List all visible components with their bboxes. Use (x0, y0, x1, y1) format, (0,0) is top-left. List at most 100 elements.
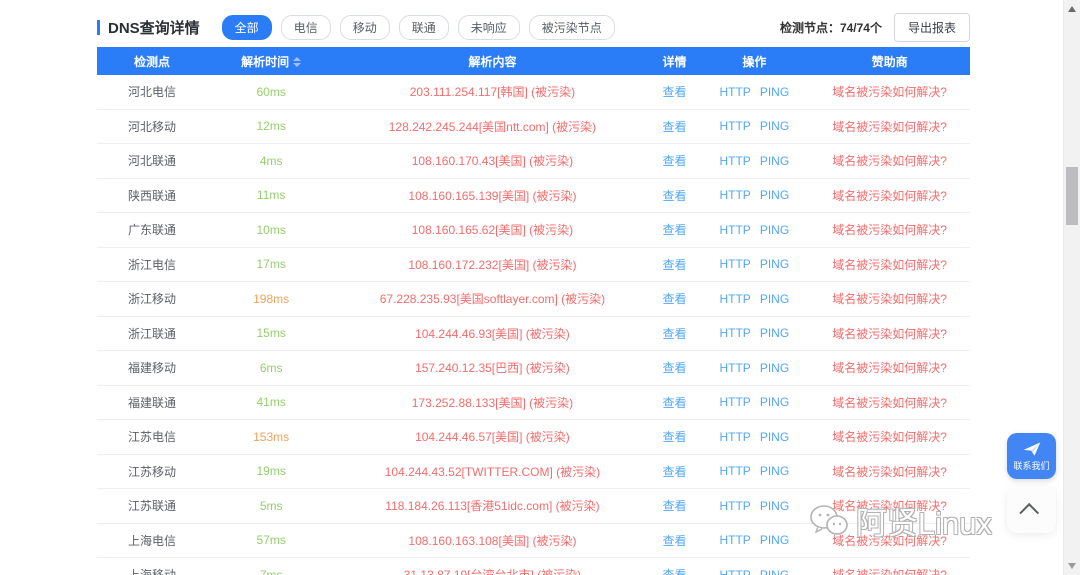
view-link[interactable]: 查看 (662, 396, 686, 410)
scrollbar-thumb[interactable] (1066, 167, 1078, 225)
ping-link[interactable]: PING (760, 533, 789, 547)
sponsor-link[interactable]: 域名被污染如何解决? (832, 85, 947, 99)
scrollbar-up-arrow-icon[interactable] (1068, 6, 1076, 12)
back-to-top-button[interactable] (1007, 487, 1056, 533)
resolve-time-cell: 198ms (207, 292, 335, 306)
filter-mobile[interactable]: 移动 (340, 15, 390, 40)
sponsor-link[interactable]: 域名被污染如何解决? (832, 327, 947, 341)
node-count-label: 检测节点：74/74个 (780, 19, 882, 36)
sponsor-link[interactable]: 域名被污染如何解决? (832, 465, 947, 479)
http-link[interactable]: HTTP (719, 568, 750, 575)
sort-icon[interactable] (293, 57, 301, 67)
table-row: 福建移动6ms157.240.12.35[巴西] (被污染)查看HTTPPING… (97, 351, 970, 386)
operation-cell: HTTP PING (699, 188, 809, 202)
http-link[interactable]: HTTP (719, 430, 750, 444)
sponsor-link[interactable]: 域名被污染如何解决? (832, 223, 947, 237)
view-link[interactable]: 查看 (662, 292, 686, 306)
http-link[interactable]: HTTP (719, 188, 750, 202)
sponsor-link[interactable]: 域名被污染如何解决? (832, 189, 947, 203)
sponsor-link[interactable]: 域名被污染如何解决? (832, 361, 947, 375)
http-link[interactable]: HTTP (719, 292, 750, 306)
resolve-time-cell: 4ms (207, 154, 335, 168)
http-link[interactable]: HTTP (719, 257, 750, 271)
resolve-time: 6ms (260, 361, 283, 375)
ping-link[interactable]: PING (760, 464, 789, 478)
ping-link[interactable]: PING (760, 361, 789, 375)
sponsor-link[interactable]: 域名被污染如何解决? (832, 258, 947, 272)
ping-link[interactable]: PING (760, 188, 789, 202)
resolve-content-cell: 108.160.165.139[美国] (被污染) (335, 187, 649, 204)
sponsor-link[interactable]: 域名被污染如何解决? (832, 292, 947, 306)
detail-cell: 查看 (650, 118, 700, 135)
ping-link[interactable]: PING (760, 85, 789, 99)
view-link[interactable]: 查看 (662, 568, 686, 575)
header-resolve-content: 解析内容 (335, 53, 649, 70)
export-report-button[interactable]: 导出报表 (894, 13, 970, 42)
http-link[interactable]: HTTP (719, 361, 750, 375)
view-link[interactable]: 查看 (662, 85, 686, 99)
sponsor-link[interactable]: 域名被污染如何解决? (832, 120, 947, 134)
sponsor-link[interactable]: 域名被污染如何解决? (832, 568, 947, 575)
resolve-time-cell: 12ms (207, 119, 335, 133)
ping-link[interactable]: PING (760, 119, 789, 133)
filter-no-response[interactable]: 未响应 (458, 15, 520, 40)
view-link[interactable]: 查看 (662, 361, 686, 375)
ping-link[interactable]: PING (760, 292, 789, 306)
sponsor-link[interactable]: 域名被污染如何解决? (832, 396, 947, 410)
ping-link[interactable]: PING (760, 395, 789, 409)
view-link[interactable]: 查看 (662, 189, 686, 203)
operation-cell: HTTP PING (699, 568, 809, 575)
resolve-time-cell: 19ms (207, 464, 335, 478)
table-row: 河北电信60ms203.111.254.117[韩国] (被污染)查看HTTPP… (97, 75, 970, 110)
view-link[interactable]: 查看 (662, 120, 686, 134)
view-link[interactable]: 查看 (662, 499, 686, 513)
http-link[interactable]: HTTP (719, 395, 750, 409)
sponsor-link[interactable]: 域名被污染如何解决? (832, 430, 947, 444)
view-link[interactable]: 查看 (662, 223, 686, 237)
view-link[interactable]: 查看 (662, 465, 686, 479)
ping-link[interactable]: PING (760, 223, 789, 237)
header-resolve-time[interactable]: 解析时间 (207, 53, 335, 70)
sponsor-cell: 域名被污染如何解决? (809, 187, 970, 204)
ping-link[interactable]: PING (760, 499, 789, 513)
http-link[interactable]: HTTP (719, 154, 750, 168)
http-link[interactable]: HTTP (719, 499, 750, 513)
table-header: 检测点 解析时间 解析内容 详情 操作 赞助商 (97, 47, 970, 75)
view-link[interactable]: 查看 (662, 534, 686, 548)
ping-link[interactable]: PING (760, 326, 789, 340)
http-link[interactable]: HTTP (719, 85, 750, 99)
view-link[interactable]: 查看 (662, 327, 686, 341)
view-link[interactable]: 查看 (662, 258, 686, 272)
sponsor-link[interactable]: 域名被污染如何解决? (832, 154, 947, 168)
sponsor-link[interactable]: 域名被污染如何解决? (832, 534, 947, 548)
resolve-content: 128.242.245.244[美国ntt.com] (被污染) (389, 120, 596, 134)
http-link[interactable]: HTTP (719, 533, 750, 547)
sponsor-link[interactable]: 域名被污染如何解决? (832, 499, 947, 513)
filter-unicom[interactable]: 联通 (399, 15, 449, 40)
node-name: 江苏移动 (128, 465, 176, 479)
resolve-time: 57ms (256, 533, 285, 547)
table-row: 浙江移动198ms67.228.235.93[美国softlayer.com] … (97, 282, 970, 317)
resolve-time-cell: 11ms (207, 188, 335, 202)
scrollbar-down-arrow-icon[interactable] (1068, 563, 1076, 569)
detail-cell: 查看 (650, 497, 700, 514)
operation-links: HTTP PING (719, 361, 789, 375)
filter-polluted[interactable]: 被污染节点 (529, 15, 615, 40)
ping-link[interactable]: PING (760, 568, 789, 575)
view-link[interactable]: 查看 (662, 154, 686, 168)
http-link[interactable]: HTTP (719, 223, 750, 237)
view-link[interactable]: 查看 (662, 430, 686, 444)
filter-telecom[interactable]: 电信 (281, 15, 331, 40)
contact-us-button[interactable]: 联系我们 (1007, 433, 1056, 479)
ping-link[interactable]: PING (760, 430, 789, 444)
resolve-content-cell: 157.240.12.35[巴西] (被污染) (335, 359, 649, 376)
header-sponsor: 赞助商 (809, 53, 970, 70)
http-link[interactable]: HTTP (719, 119, 750, 133)
filter-all[interactable]: 全部 (222, 15, 272, 40)
table-row: 福建联通41ms173.252.88.133[美国] (被污染)查看HTTPPI… (97, 386, 970, 421)
ping-link[interactable]: PING (760, 154, 789, 168)
http-link[interactable]: HTTP (719, 464, 750, 478)
http-link[interactable]: HTTP (719, 326, 750, 340)
ping-link[interactable]: PING (760, 257, 789, 271)
scrollbar-track[interactable] (1063, 0, 1080, 575)
